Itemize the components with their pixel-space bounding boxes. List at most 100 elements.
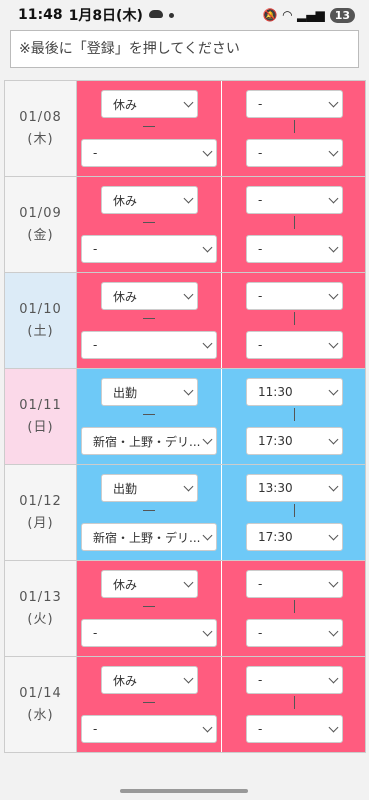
start-time-select[interactable]: - [246, 666, 343, 694]
date-label: 01/13 [19, 589, 62, 605]
chevron-down-icon [328, 481, 339, 492]
chevron-down-icon [183, 385, 194, 396]
start-time-select[interactable]: - [246, 90, 343, 118]
date-label: 01/11 [19, 397, 62, 413]
date-cell: 01/09 (金) [5, 177, 77, 272]
location-select[interactable]: 新宿・上野・デリ... [81, 427, 217, 455]
schedule-table: 01/08 (木) 休み - - - 01/09 (金) 休み - - - 01… [4, 80, 366, 753]
start-time-select[interactable]: - [246, 282, 343, 310]
status-location-cell: 休み - [77, 273, 222, 368]
chevron-down-icon [328, 626, 339, 637]
chevron-down-icon [202, 242, 213, 253]
schedule-row: 01/13 (火) 休み - - - [5, 561, 366, 657]
end-time-select[interactable]: 17:30 [246, 427, 343, 455]
chevron-down-icon [202, 338, 213, 349]
separator [143, 318, 155, 319]
start-time-select[interactable]: - [246, 570, 343, 598]
location-select[interactable]: 新宿・上野・デリ... [81, 523, 217, 551]
location-select[interactable]: - [81, 619, 217, 647]
chevron-down-icon [183, 577, 194, 588]
chevron-down-icon [328, 577, 339, 588]
schedule-row: 01/12 (月) 出勤 新宿・上野・デリ... 13:30 17:30 [5, 465, 366, 561]
notification-dot-icon [168, 12, 174, 18]
end-time-select[interactable]: - [246, 715, 343, 743]
start-time-select[interactable]: 11:30 [246, 378, 343, 406]
chevron-down-icon [202, 626, 213, 637]
end-time-select[interactable]: - [246, 235, 343, 263]
time-cell: - - [222, 177, 366, 272]
chevron-down-icon [202, 530, 213, 541]
weekday-label: (土) [27, 323, 54, 339]
end-time-select[interactable]: - [246, 619, 343, 647]
chevron-down-icon [328, 530, 339, 541]
home-indicator[interactable] [120, 789, 248, 793]
signal-icon: ▂▄▆ [297, 8, 325, 22]
schedule-row: 01/08 (木) 休み - - - [5, 81, 366, 177]
chevron-down-icon [328, 338, 339, 349]
end-time-select[interactable]: 17:30 [246, 523, 343, 551]
location-select[interactable]: - [81, 139, 217, 167]
time-cell: 13:30 17:30 [222, 465, 366, 560]
location-select[interactable]: - [81, 331, 217, 359]
separator [294, 216, 295, 229]
separator [143, 606, 155, 607]
notice-text: ※最後に「登録」を押してください [10, 30, 359, 68]
location-select[interactable]: - [81, 235, 217, 263]
chevron-down-icon [328, 434, 339, 445]
date-label: 01/12 [19, 493, 62, 509]
date-cell: 01/12 (月) [5, 465, 77, 560]
weekday-label: (月) [27, 515, 54, 531]
status-select[interactable]: 休み [101, 90, 198, 118]
status-select[interactable]: 休み [101, 282, 198, 310]
status-select[interactable]: 出勤 [101, 474, 198, 502]
chevron-down-icon [202, 434, 213, 445]
separator [143, 126, 155, 127]
date-cell: 01/11 (日) [5, 369, 77, 464]
date-label: 01/10 [19, 301, 62, 317]
separator [143, 222, 155, 223]
wifi-icon: ◠ [282, 8, 292, 22]
chevron-down-icon [183, 193, 194, 204]
status-select[interactable]: 出勤 [101, 378, 198, 406]
time-cell: - - [222, 657, 366, 752]
chevron-down-icon [328, 146, 339, 157]
separator [294, 312, 295, 325]
start-time-select[interactable]: - [246, 186, 343, 214]
status-bar: 11:48 1月8日(木) 🔕 ◠ ▂▄▆ 13 [0, 0, 369, 30]
date-cell: 01/14 (水) [5, 657, 77, 752]
status-location-cell: 出勤 新宿・上野・デリ... [77, 465, 222, 560]
weekday-label: (金) [27, 227, 54, 243]
chevron-down-icon [328, 673, 339, 684]
status-select[interactable]: 休み [101, 666, 198, 694]
separator [294, 120, 295, 133]
schedule-row: 01/10 (土) 休み - - - [5, 273, 366, 369]
chevron-down-icon [328, 97, 339, 108]
status-select[interactable]: 休み [101, 186, 198, 214]
weekday-label: (火) [27, 611, 54, 627]
chevron-down-icon [328, 289, 339, 300]
chevron-down-icon [183, 97, 194, 108]
chevron-down-icon [328, 242, 339, 253]
status-location-cell: 休み - [77, 657, 222, 752]
chevron-down-icon [328, 193, 339, 204]
end-time-select[interactable]: - [246, 139, 343, 167]
cloud-icon [148, 10, 163, 18]
time-cell: - - [222, 273, 366, 368]
time-cell: - - [222, 561, 366, 656]
battery-badge: 13 [329, 7, 355, 23]
separator [294, 504, 295, 517]
weekday-label: (水) [27, 707, 54, 723]
status-select[interactable]: 休み [101, 570, 198, 598]
time-cell: - - [222, 81, 366, 176]
time-cell: 11:30 17:30 [222, 369, 366, 464]
separator [294, 408, 295, 421]
date-cell: 01/08 (木) [5, 81, 77, 176]
schedule-row: 01/09 (金) 休み - - - [5, 177, 366, 273]
start-time-select[interactable]: 13:30 [246, 474, 343, 502]
date-label: 01/14 [19, 685, 62, 701]
date-label: 01/09 [19, 205, 62, 221]
status-date: 1月8日(木) [68, 8, 143, 24]
separator [143, 510, 155, 511]
end-time-select[interactable]: - [246, 331, 343, 359]
location-select[interactable]: - [81, 715, 217, 743]
